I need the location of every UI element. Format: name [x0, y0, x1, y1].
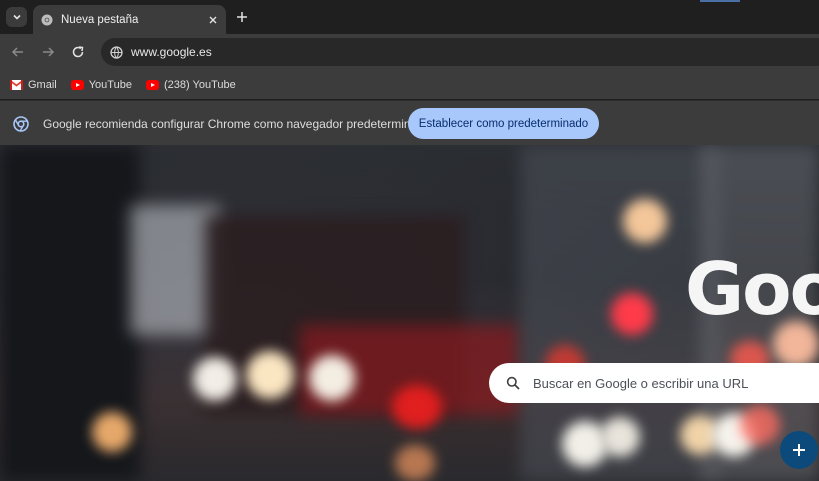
close-icon[interactable]: [206, 13, 220, 27]
chrome-icon: [41, 14, 53, 25]
chrome-icon: [13, 116, 29, 132]
forward-button[interactable]: [39, 43, 57, 61]
search-box[interactable]: Buscar en Google o escribir una URL: [489, 363, 819, 403]
gmail-icon: [10, 79, 23, 90]
infobar-message: Google recomienda configurar Chrome como…: [43, 117, 431, 131]
bookmarks-bar: Gmail YouTube (238) YouTube: [0, 70, 819, 99]
youtube-icon: [145, 79, 159, 90]
chevron-down-icon: [12, 14, 21, 20]
reload-button[interactable]: [69, 43, 87, 61]
tab-search-button[interactable]: [6, 7, 27, 27]
set-default-button[interactable]: Establecer como predeterminado: [408, 108, 599, 139]
window-accent: [700, 0, 740, 2]
reload-icon: [72, 46, 84, 58]
customize-button[interactable]: [780, 431, 818, 469]
tab-strip: Nueva pestaña: [0, 0, 819, 34]
plus-icon: [237, 12, 247, 22]
address-bar[interactable]: www.google.es: [101, 38, 819, 66]
bookmark-label: Gmail: [28, 78, 57, 91]
arrow-right-icon: [43, 47, 55, 57]
bookmark-label: (238) YouTube: [163, 78, 236, 91]
tab-new-tab[interactable]: Nueva pestaña: [33, 5, 226, 34]
arrow-left-icon: [11, 47, 23, 57]
bookmark-gmail[interactable]: Gmail: [10, 79, 57, 91]
search-placeholder: Buscar en Google o escribir una URL: [533, 375, 749, 391]
bookmark-label: YouTube: [88, 78, 132, 91]
address-url: www.google.es: [131, 45, 212, 59]
youtube-icon: [70, 79, 84, 90]
default-browser-infobar: Google recomienda configurar Chrome como…: [0, 100, 819, 145]
back-button[interactable]: [9, 43, 27, 61]
google-logo: Goo: [685, 247, 819, 331]
bookmark-youtube-238[interactable]: (238) YouTube: [145, 78, 236, 91]
bookmark-youtube[interactable]: YouTube: [70, 78, 132, 91]
toolbar: www.google.es: [0, 34, 819, 70]
tab-title: Nueva pestaña: [61, 13, 139, 26]
plus-icon: [793, 444, 805, 456]
site-info-icon[interactable]: [109, 45, 123, 59]
search-icon: [505, 375, 521, 391]
new-tab-button[interactable]: [233, 8, 251, 26]
new-tab-page: Goo Buscar en Google o escribir una URL: [0, 145, 819, 481]
